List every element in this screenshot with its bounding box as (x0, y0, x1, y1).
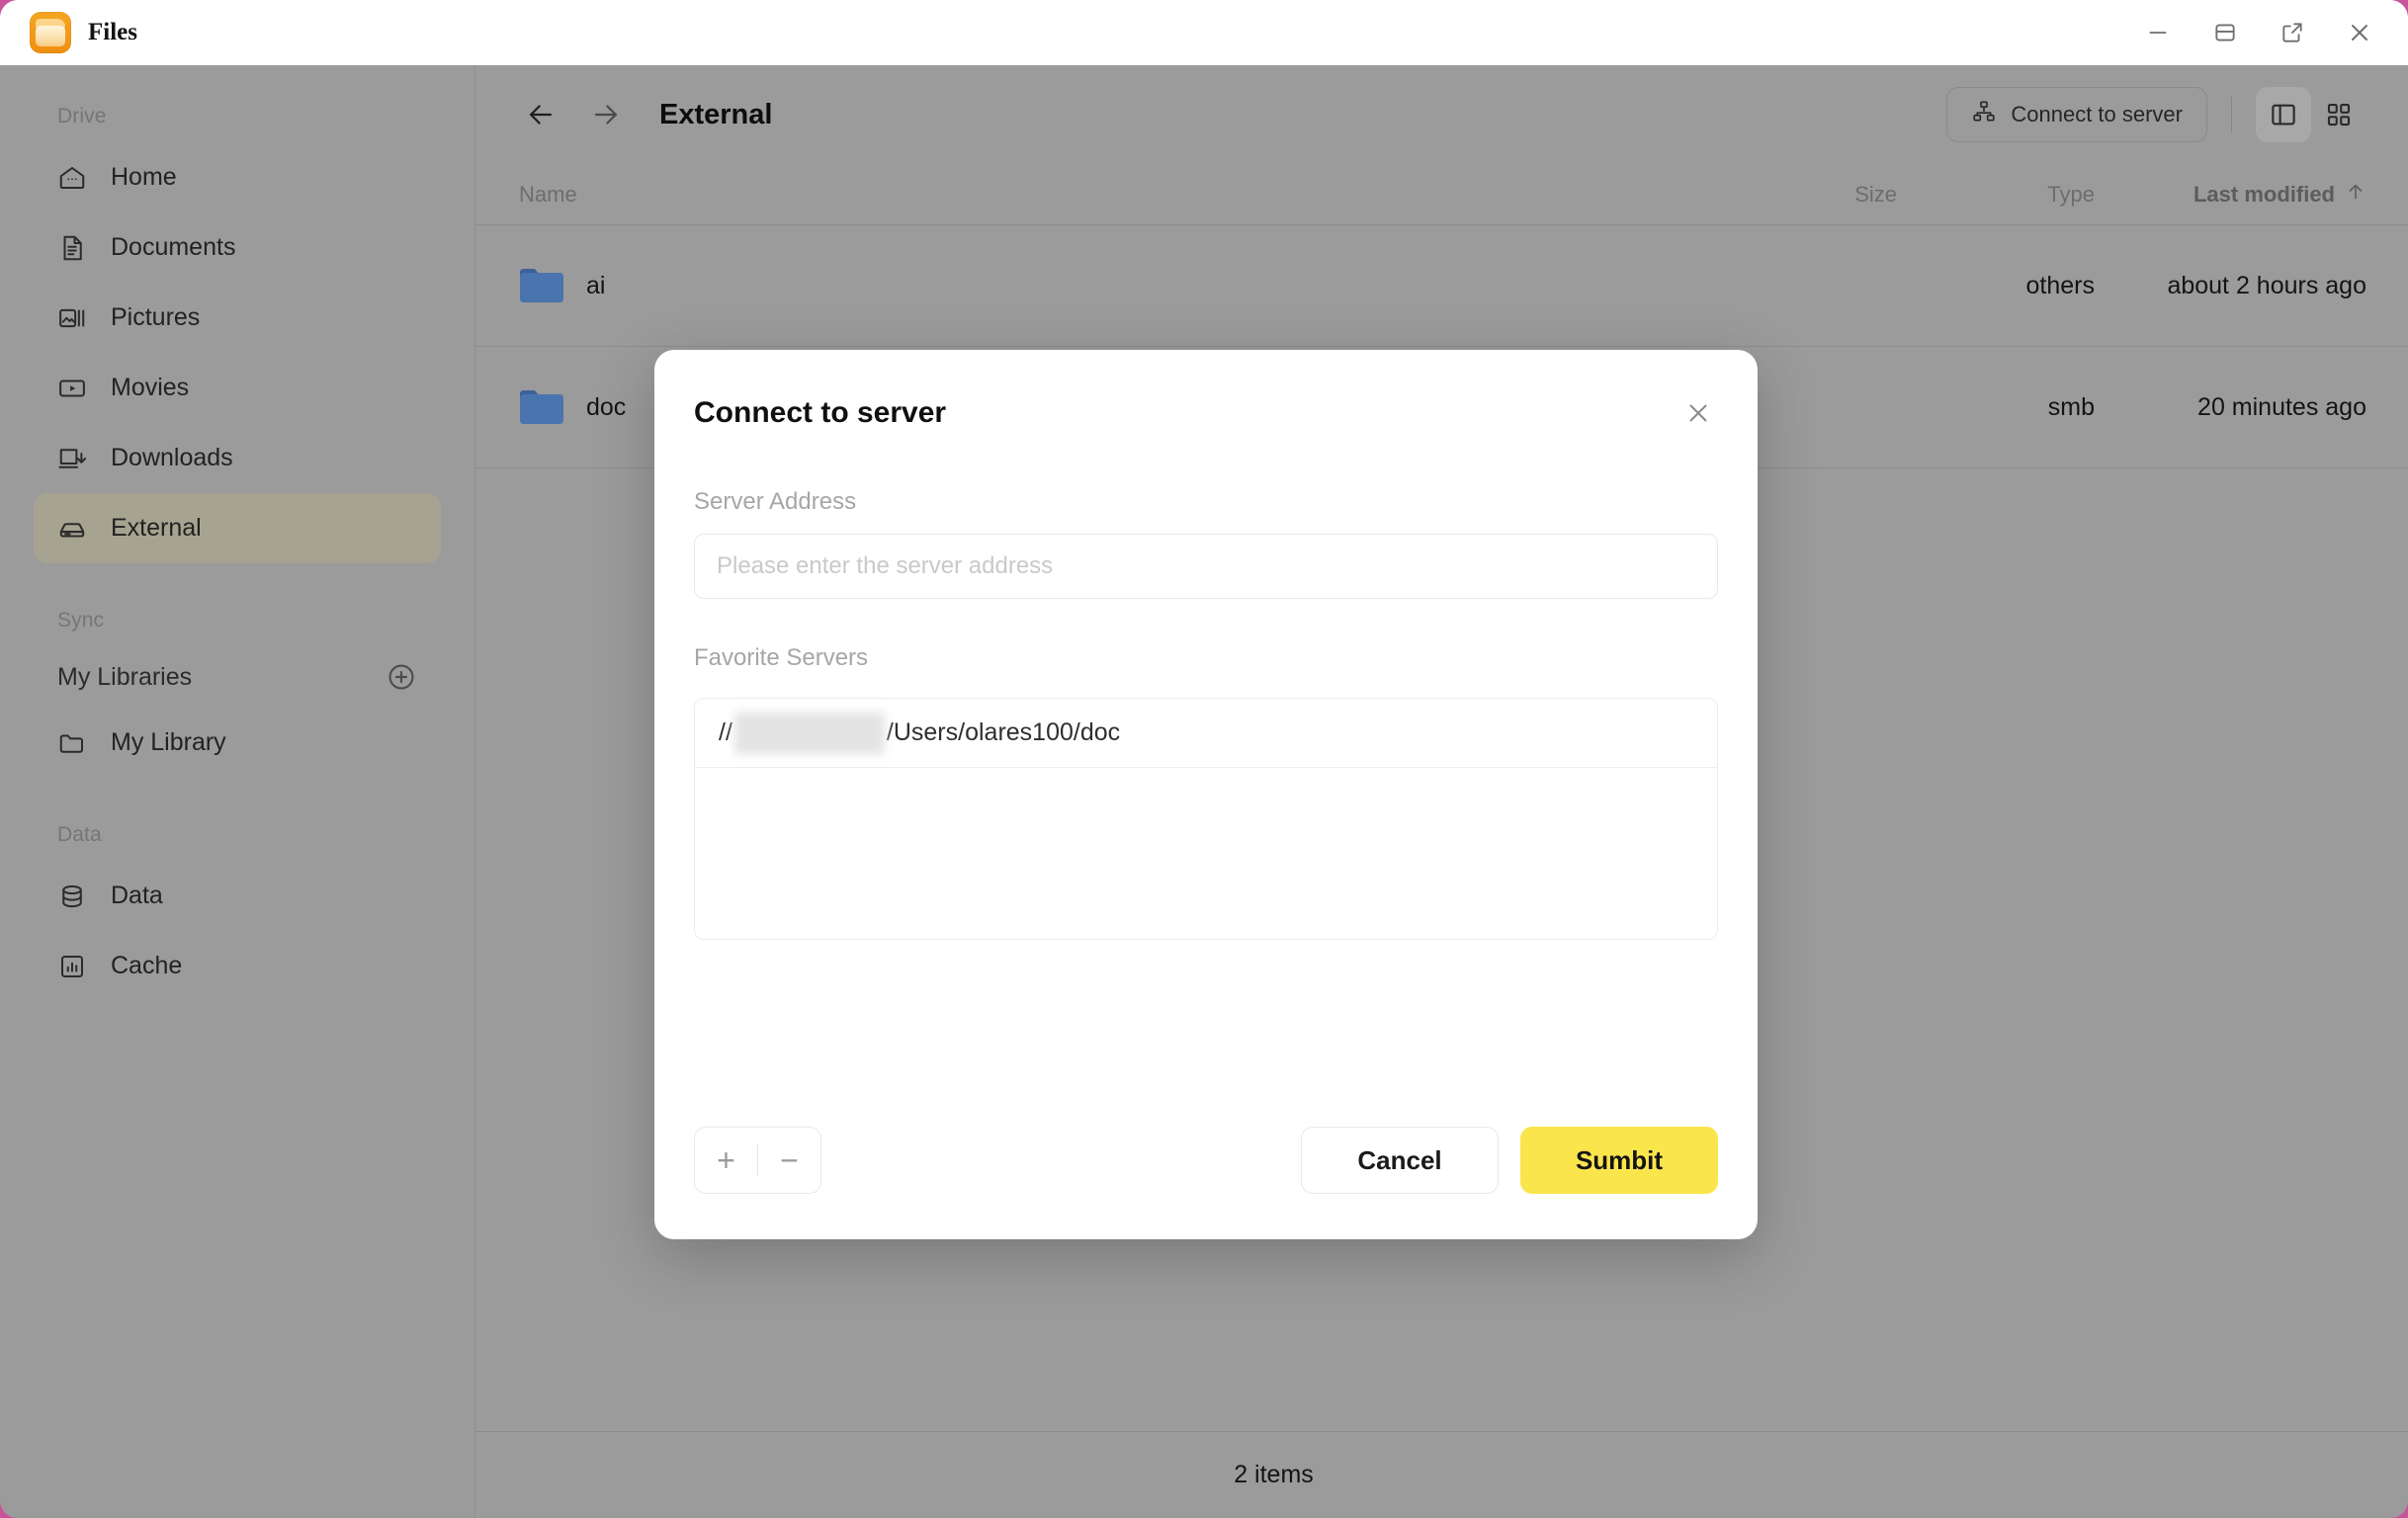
dialog-header: Connect to server (694, 350, 1718, 443)
dialog-footer: + − Cancel Sumbit (694, 1127, 1718, 1239)
dialog-actions: Cancel Sumbit (1301, 1127, 1718, 1194)
server-address-input[interactable] (694, 534, 1718, 599)
list-item[interactable]: // /Users/olares100/doc (695, 699, 1717, 768)
favorite-server-prefix: // (719, 718, 732, 746)
modal-overlay: Connect to server Server Address Favorit… (0, 0, 2408, 1518)
app-window: Files Drive Home Documents Pictures Movi… (0, 0, 2408, 1518)
cancel-button[interactable]: Cancel (1301, 1127, 1499, 1194)
add-favorite-button[interactable]: + (695, 1128, 757, 1193)
remove-favorite-button[interactable]: − (758, 1128, 820, 1193)
server-address-label: Server Address (694, 488, 857, 515)
favorite-server-path: /Users/olares100/doc (886, 718, 1121, 746)
submit-button[interactable]: Sumbit (1520, 1127, 1718, 1194)
redacted-host (733, 712, 885, 754)
connect-to-server-dialog: Connect to server Server Address Favorit… (654, 350, 1758, 1239)
dialog-title: Connect to server (694, 396, 947, 429)
favorite-servers-label: Favorite Servers (694, 644, 869, 671)
close-icon[interactable] (1678, 393, 1718, 433)
favorites-stepper: + − (694, 1127, 821, 1194)
favorite-servers-list: // /Users/olares100/doc (694, 698, 1718, 940)
